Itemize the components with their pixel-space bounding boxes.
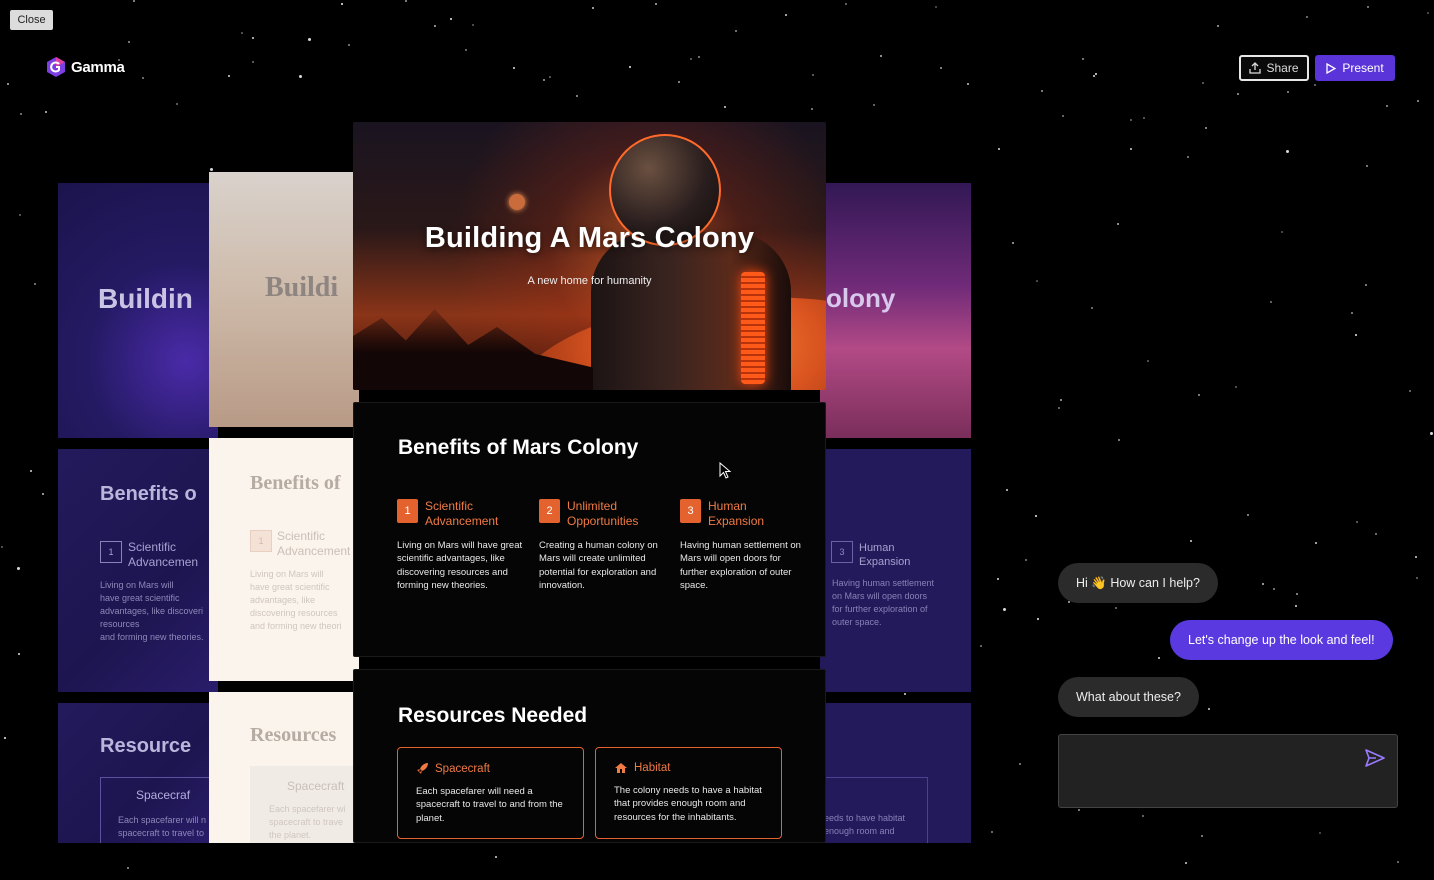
navy-benefits-slide: Benefits o 1 Scientific Advancemen Livin… xyxy=(58,449,218,692)
gamma-logo[interactable]: Gamma xyxy=(45,56,125,78)
benefit-desc: Living on Mars will have great scientifi… xyxy=(397,540,523,592)
share-icon xyxy=(1249,62,1262,74)
ghost-resources-title: Resources xyxy=(250,724,337,746)
ghost-item-desc: Having human settlement on Mars will ope… xyxy=(832,578,935,627)
benefit-title: Scientific Advancement xyxy=(425,499,499,528)
resource-desc: Each spacefarer will need a spacecraft t… xyxy=(416,786,563,824)
benefit-title: Human Expansion xyxy=(708,499,765,528)
benefit-number: 2 xyxy=(539,499,560,523)
hero-subtitle: A new home for humanity xyxy=(527,275,652,287)
resource-card: Spacecraft Each spacefarer will need a s… xyxy=(397,747,584,839)
cream-benefits-slide: Benefits of 1 Scientific Advancement Liv… xyxy=(209,438,359,681)
benefit-desc: Having human settlement on Mars will ope… xyxy=(680,540,801,592)
ghost-item-title: Scientific Advancemen xyxy=(128,540,199,569)
ghost-item-desc: Living on Mars will have great scientifi… xyxy=(250,569,342,631)
logo-text: Gamma xyxy=(71,58,125,76)
resources-slide[interactable]: Resources Needed Spacecraft Each spacefa… xyxy=(353,669,826,843)
cream-resources-slide: Resources Spacecraft Each spacefarer wi … xyxy=(209,692,359,843)
violet-resources-slide: eeds to have habitat enough room and xyxy=(820,703,971,843)
ghost-benefits-title: Benefits of xyxy=(250,472,341,494)
ghost-number-box: 3 xyxy=(831,541,853,563)
benefit-desc: Creating a human colony on Mars will cre… xyxy=(539,540,658,592)
navy-title-slide: Buildin xyxy=(58,183,218,438)
ghost-resource-item: Spacecraft xyxy=(287,779,345,793)
astronaut-backpack-light xyxy=(741,272,765,384)
violet-benefits-slide: 3 Human Expansion Having human settlemen… xyxy=(820,449,971,692)
ghost-item-title: Human Expansion xyxy=(859,542,911,568)
ghost-resource-desc: Each spacefarer will n spacecraft to tra… xyxy=(118,815,207,838)
cream-title-slide: Buildi xyxy=(209,172,359,427)
ghost-resource-item: Spacecraf xyxy=(136,788,191,802)
hero-title: Building A Mars Colony xyxy=(424,222,755,254)
resource-card: Habitat The colony needs to have a habit… xyxy=(595,747,782,839)
ghost-resource-desc: Each spacefarer wi spacecraft to trave t… xyxy=(269,804,346,840)
ghost-item-title: Scientific Advancement xyxy=(277,529,351,558)
house-icon xyxy=(615,763,627,773)
present-label: Present xyxy=(1342,61,1384,75)
chat-message-user: Let's change up the look and feel! xyxy=(1170,620,1393,660)
resource-title: Spacecraft xyxy=(435,762,490,775)
benefit-number: 3 xyxy=(680,499,701,523)
navy-resources-slide: Resource Spacecraf Each spacefarer will … xyxy=(58,703,218,843)
moon-illustration xyxy=(509,194,525,210)
resources-title: Resources Needed xyxy=(398,704,588,727)
ghost-resource-desc: eeds to have habitat enough room and xyxy=(824,813,906,836)
chat-input[interactable] xyxy=(1058,734,1398,808)
chat-message-ai: What about these? xyxy=(1058,677,1199,717)
theme-preview-cream[interactable]: Buildi Benefits of 1 Scientific Advancem… xyxy=(209,172,359,843)
ghost-title: olony xyxy=(826,283,896,313)
share-button[interactable]: Share xyxy=(1239,55,1309,81)
benefit-number: 1 xyxy=(397,499,418,523)
gamma-logo-icon xyxy=(47,57,65,77)
play-icon xyxy=(1326,62,1337,74)
ghost-title: Buildin xyxy=(98,283,193,314)
chat-message-ai: Hi 👋 How can I help? xyxy=(1058,563,1218,603)
hero-slide[interactable]: Building A Mars Colony A new home for hu… xyxy=(353,122,826,390)
ghost-number-box: 1 xyxy=(100,541,122,563)
resource-title: Habitat xyxy=(634,762,671,774)
ghost-title: Buildi xyxy=(265,272,339,303)
theme-preview-violet[interactable]: olony 3 Human Expansion Having human set… xyxy=(820,183,971,843)
resource-desc: The colony needs to have a habitat that … xyxy=(614,785,762,823)
ghost-benefits-title: Benefits o xyxy=(100,483,197,505)
ghost-number-box: 1 xyxy=(250,530,272,552)
ghost-item-desc: Living on Mars will have great scientifi… xyxy=(100,580,204,642)
send-icon[interactable] xyxy=(1365,749,1385,767)
benefits-slide[interactable]: Benefits of Mars Colony 1 Scientific Adv… xyxy=(353,402,826,657)
theme-preview-navy[interactable]: Buildin Benefits o 1 Scientific Advancem… xyxy=(58,183,218,843)
present-button[interactable]: Present xyxy=(1315,55,1395,81)
ghost-resources-title: Resource xyxy=(100,735,192,757)
close-button[interactable]: Close xyxy=(10,10,53,30)
benefits-title: Benefits of Mars Colony xyxy=(398,436,639,459)
mouse-cursor-icon xyxy=(719,462,732,479)
benefit-title: Unlimited Opportunities xyxy=(567,499,639,528)
rocket-icon xyxy=(417,763,428,774)
violet-title-slide: olony xyxy=(820,183,971,438)
share-label: Share xyxy=(1266,61,1299,75)
